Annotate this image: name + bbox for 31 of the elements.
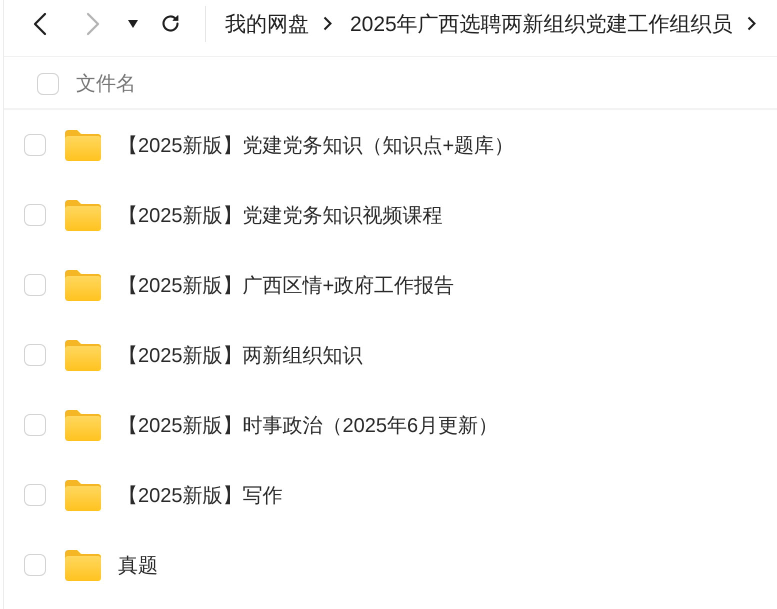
- folder-icon: [65, 549, 101, 581]
- folder-icon: [65, 339, 101, 371]
- breadcrumb-link[interactable]: 我的网盘: [225, 10, 309, 38]
- row-checkbox[interactable]: [24, 204, 46, 226]
- folder-name[interactable]: 【2025新版】党建党务知识视频课程: [118, 202, 442, 228]
- row-checkbox[interactable]: [24, 484, 46, 506]
- breadcrumb-link[interactable]: 2025年广西选聘两新组织党建工作组织员: [350, 10, 733, 38]
- folder-name[interactable]: 【2025新版】党建党务知识（知识点+题库）: [118, 132, 514, 158]
- row-checkbox[interactable]: [24, 414, 46, 436]
- row-checkbox[interactable]: [24, 134, 46, 156]
- row-checkbox[interactable]: [24, 344, 46, 366]
- row-checkbox[interactable]: [24, 274, 46, 296]
- refresh-icon: [160, 13, 180, 34]
- folder-icon: [65, 129, 101, 161]
- chevron-right-icon: [323, 16, 332, 31]
- folder-icon: [65, 199, 101, 231]
- chevron-right-icon: [746, 16, 756, 31]
- select-all-checkbox[interactable]: [37, 72, 59, 94]
- folder-name[interactable]: 【2025新版】两新组织知识: [118, 342, 362, 368]
- folder-icon: [65, 409, 101, 441]
- caret-down-icon: [128, 20, 138, 28]
- folder-icon: [65, 479, 101, 511]
- folder-name[interactable]: 【2025新版】广西区情+政府工作报告: [118, 272, 454, 298]
- folder-name[interactable]: 真题: [118, 552, 158, 578]
- folder-name[interactable]: 【2025新版】时事政治（2025年6月更新）: [118, 412, 498, 438]
- column-header: 文件名: [76, 72, 136, 97]
- chevron-right-icon: [86, 12, 100, 36]
- row-checkbox[interactable]: [24, 554, 46, 576]
- chevron-left-icon: [33, 12, 47, 36]
- folder-name[interactable]: 【2025新版】写作: [118, 482, 282, 508]
- folder-icon: [65, 269, 101, 301]
